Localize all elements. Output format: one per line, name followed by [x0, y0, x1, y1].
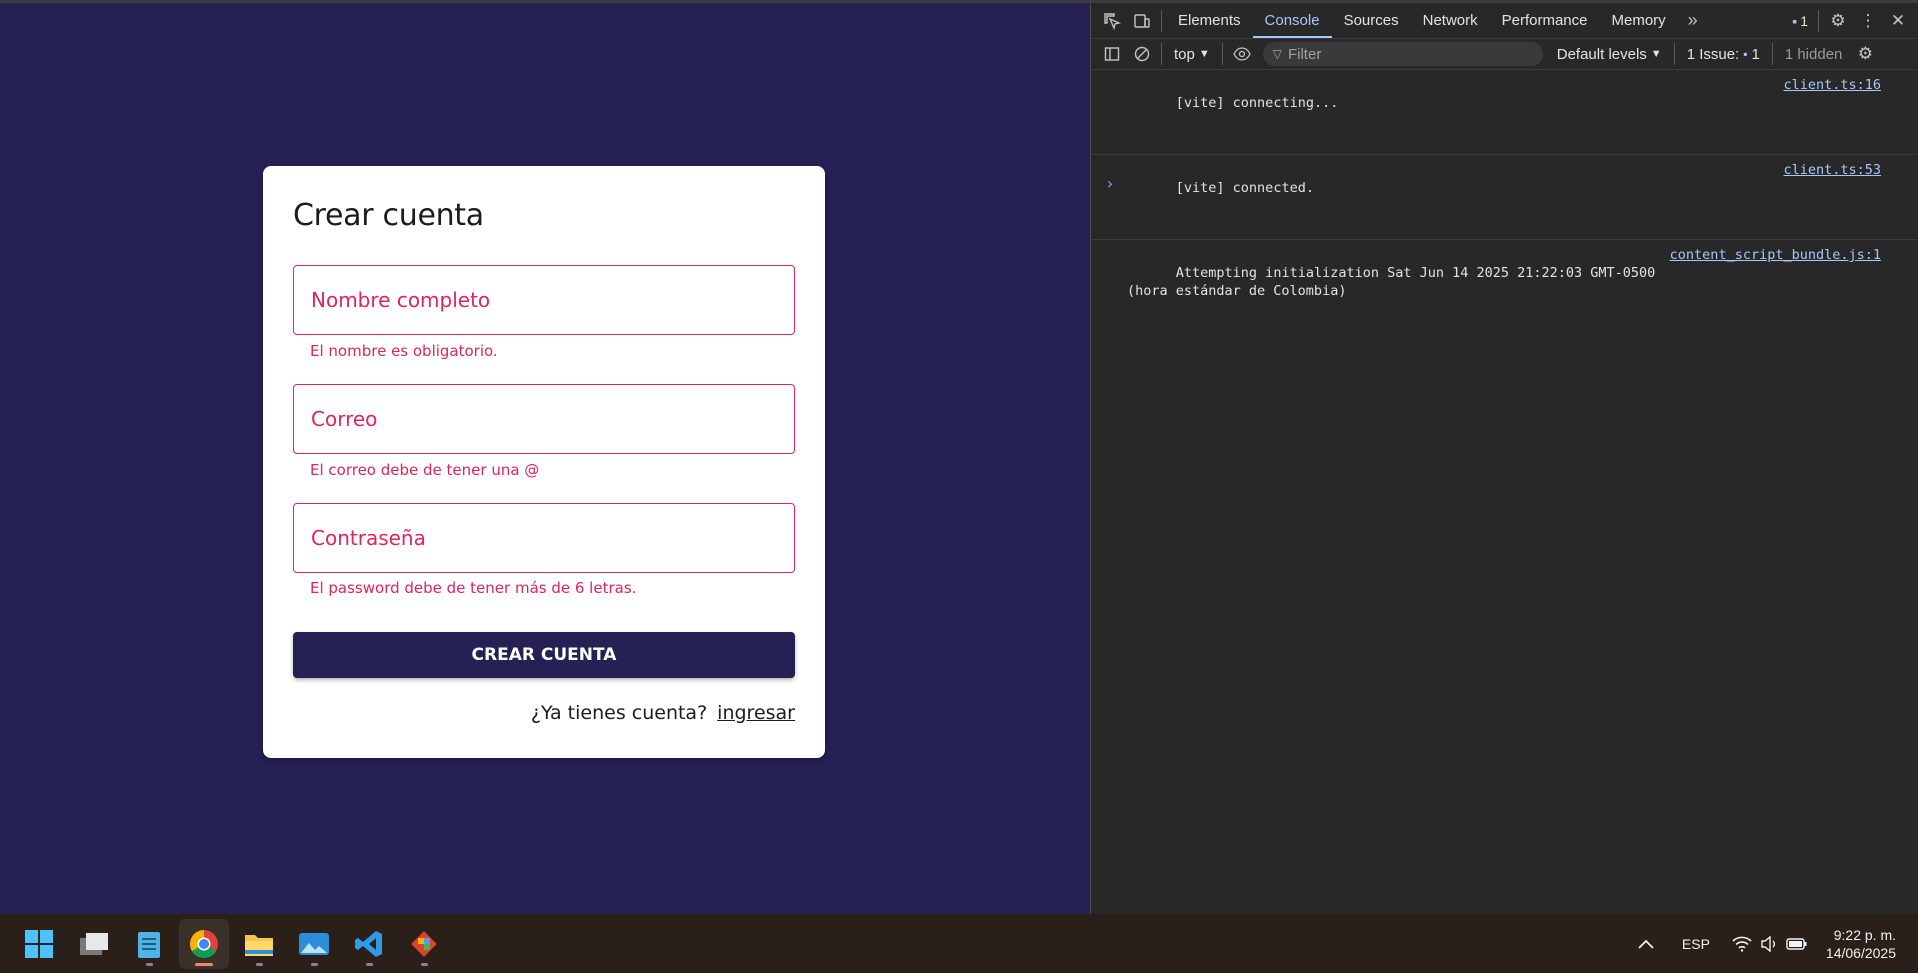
system-tray: ESP 9:22 p. m. 14/06/2025 — [1628, 914, 1918, 973]
message-icon: ▪ — [1792, 12, 1798, 29]
page-title: Crear cuenta — [293, 198, 484, 233]
volume-icon[interactable] — [1756, 935, 1782, 952]
language-indicator[interactable]: ESP — [1664, 936, 1728, 952]
filter-input[interactable]: ▽ Filter — [1262, 42, 1543, 66]
app-viewport: Crear cuenta Nombre completo El nombre e… — [0, 0, 1090, 914]
log-levels-dropdown[interactable]: Default levels ▼ — [1549, 46, 1670, 63]
dropdown-arrow-icon: ▼ — [1650, 48, 1662, 60]
issue-icon: ▪ — [1743, 47, 1748, 61]
hidden-count: 1 hidden — [1784, 45, 1843, 63]
task-view-icon[interactable] — [69, 919, 119, 969]
clear-console-icon[interactable] — [1127, 39, 1157, 69]
settings-gear-icon[interactable]: ⚙ — [1823, 6, 1853, 36]
source-link[interactable]: client.ts:53 — [1783, 161, 1881, 179]
divider — [1771, 43, 1773, 65]
clock-date: 14/06/2025 — [1825, 944, 1896, 961]
login-link[interactable]: ingresar — [717, 702, 795, 724]
console-settings-icon[interactable]: ⚙ — [1850, 39, 1880, 69]
running-indicator — [366, 962, 373, 966]
login-prompt: ¿Ya tienes cuenta? — [530, 702, 708, 724]
source-link[interactable]: content_script_bundle.js:1 — [1670, 246, 1881, 264]
devtools-panel: Elements Console Sources Network Perform… — [1090, 0, 1918, 914]
more-options-icon[interactable]: ⋮ — [1853, 6, 1883, 36]
running-indicator — [421, 962, 428, 966]
more-tabs-icon[interactable]: » — [1678, 6, 1708, 36]
close-icon[interactable]: ✕ — [1883, 6, 1913, 36]
divider — [1221, 43, 1223, 65]
file-explorer-icon[interactable] — [234, 919, 284, 969]
source-link[interactable]: client.ts:16 — [1783, 76, 1881, 94]
git-icon[interactable] — [399, 919, 449, 969]
full-name-error: El nombre es obligatorio. — [310, 342, 498, 360]
console-prompt-icon[interactable]: › — [1105, 174, 1115, 193]
start-icon[interactable] — [14, 919, 64, 969]
sidebar-toggle-icon[interactable] — [1097, 39, 1127, 69]
tab-elements[interactable]: Elements — [1166, 3, 1253, 38]
clock[interactable]: 9:22 p. m. 14/06/2025 — [1812, 926, 1918, 962]
password-field[interactable]: Contraseña — [293, 503, 795, 573]
console-message: Attempting initialization Sat Jun 14 202… — [1127, 246, 1881, 299]
signup-card: Crear cuenta Nombre completo El nombre e… — [263, 166, 825, 758]
console-toolbar: top ▼ ▽ Filter Default levels ▼ 1 Issue: ▪… — [1091, 38, 1918, 70]
divider — [1818, 9, 1819, 32]
live-expression-eye-icon[interactable] — [1227, 39, 1257, 69]
notepad-icon[interactable] — [124, 919, 174, 969]
inspect-element-icon[interactable] — [1097, 6, 1127, 36]
running-indicator — [311, 962, 318, 966]
tab-performance[interactable]: Performance — [1490, 3, 1600, 38]
photos-icon[interactable] — [289, 919, 339, 969]
email-label: Correo — [311, 407, 378, 431]
tab-sources[interactable]: Sources — [1332, 3, 1411, 38]
taskbar: ESP 9:22 p. m. 14/06/2025 — [0, 914, 1918, 973]
console-message: [vite] connected. client.ts:53 — [1091, 155, 1918, 240]
create-account-button[interactable]: CREAR CUENTA — [293, 632, 795, 678]
password-error: El password debe de tener más de 6 letra… — [310, 579, 637, 597]
email-error: El correo debe de tener una @ — [310, 461, 540, 479]
tab-network[interactable]: Network — [1411, 3, 1490, 38]
device-toggle-icon[interactable] — [1127, 6, 1157, 36]
login-row: ¿Ya tienes cuenta? ingresar — [531, 702, 795, 724]
running-indicator — [146, 962, 153, 966]
full-name-field[interactable]: Nombre completo — [293, 265, 795, 335]
issues-button[interactable]: 1 Issue: ▪ 1 — [1679, 46, 1768, 63]
context-selector[interactable]: top ▼ — [1166, 46, 1218, 63]
vscode-icon[interactable] — [344, 919, 394, 969]
divider — [1161, 43, 1162, 65]
console-output: [vite] connecting... client.ts:16 [vite]… — [1091, 70, 1918, 342]
divider — [1673, 43, 1675, 65]
messages-badge[interactable]: ▪ 1 — [1786, 6, 1814, 36]
tab-memory[interactable]: Memory — [1600, 3, 1678, 38]
console-message: [vite] connecting... client.ts:16 — [1091, 70, 1918, 155]
password-label: Contraseña — [311, 526, 426, 550]
running-indicator — [256, 962, 263, 966]
clock-time: 9:22 p. m. — [1833, 926, 1896, 943]
dropdown-arrow-icon: ▼ — [1198, 48, 1210, 60]
wifi-icon[interactable] — [1728, 936, 1756, 952]
running-indicator — [195, 962, 213, 966]
tab-console[interactable]: Console — [1252, 3, 1332, 38]
battery-icon[interactable] — [1782, 937, 1812, 951]
chrome-icon[interactable] — [179, 918, 229, 969]
devtools-tabbar: Elements Console Sources Network Perform… — [1091, 0, 1918, 38]
divider — [1161, 9, 1162, 32]
filter-icon: ▽ — [1272, 47, 1282, 61]
email-field[interactable]: Correo — [293, 384, 795, 454]
full-name-label: Nombre completo — [311, 288, 491, 312]
chevron-up-icon[interactable] — [1628, 939, 1664, 949]
